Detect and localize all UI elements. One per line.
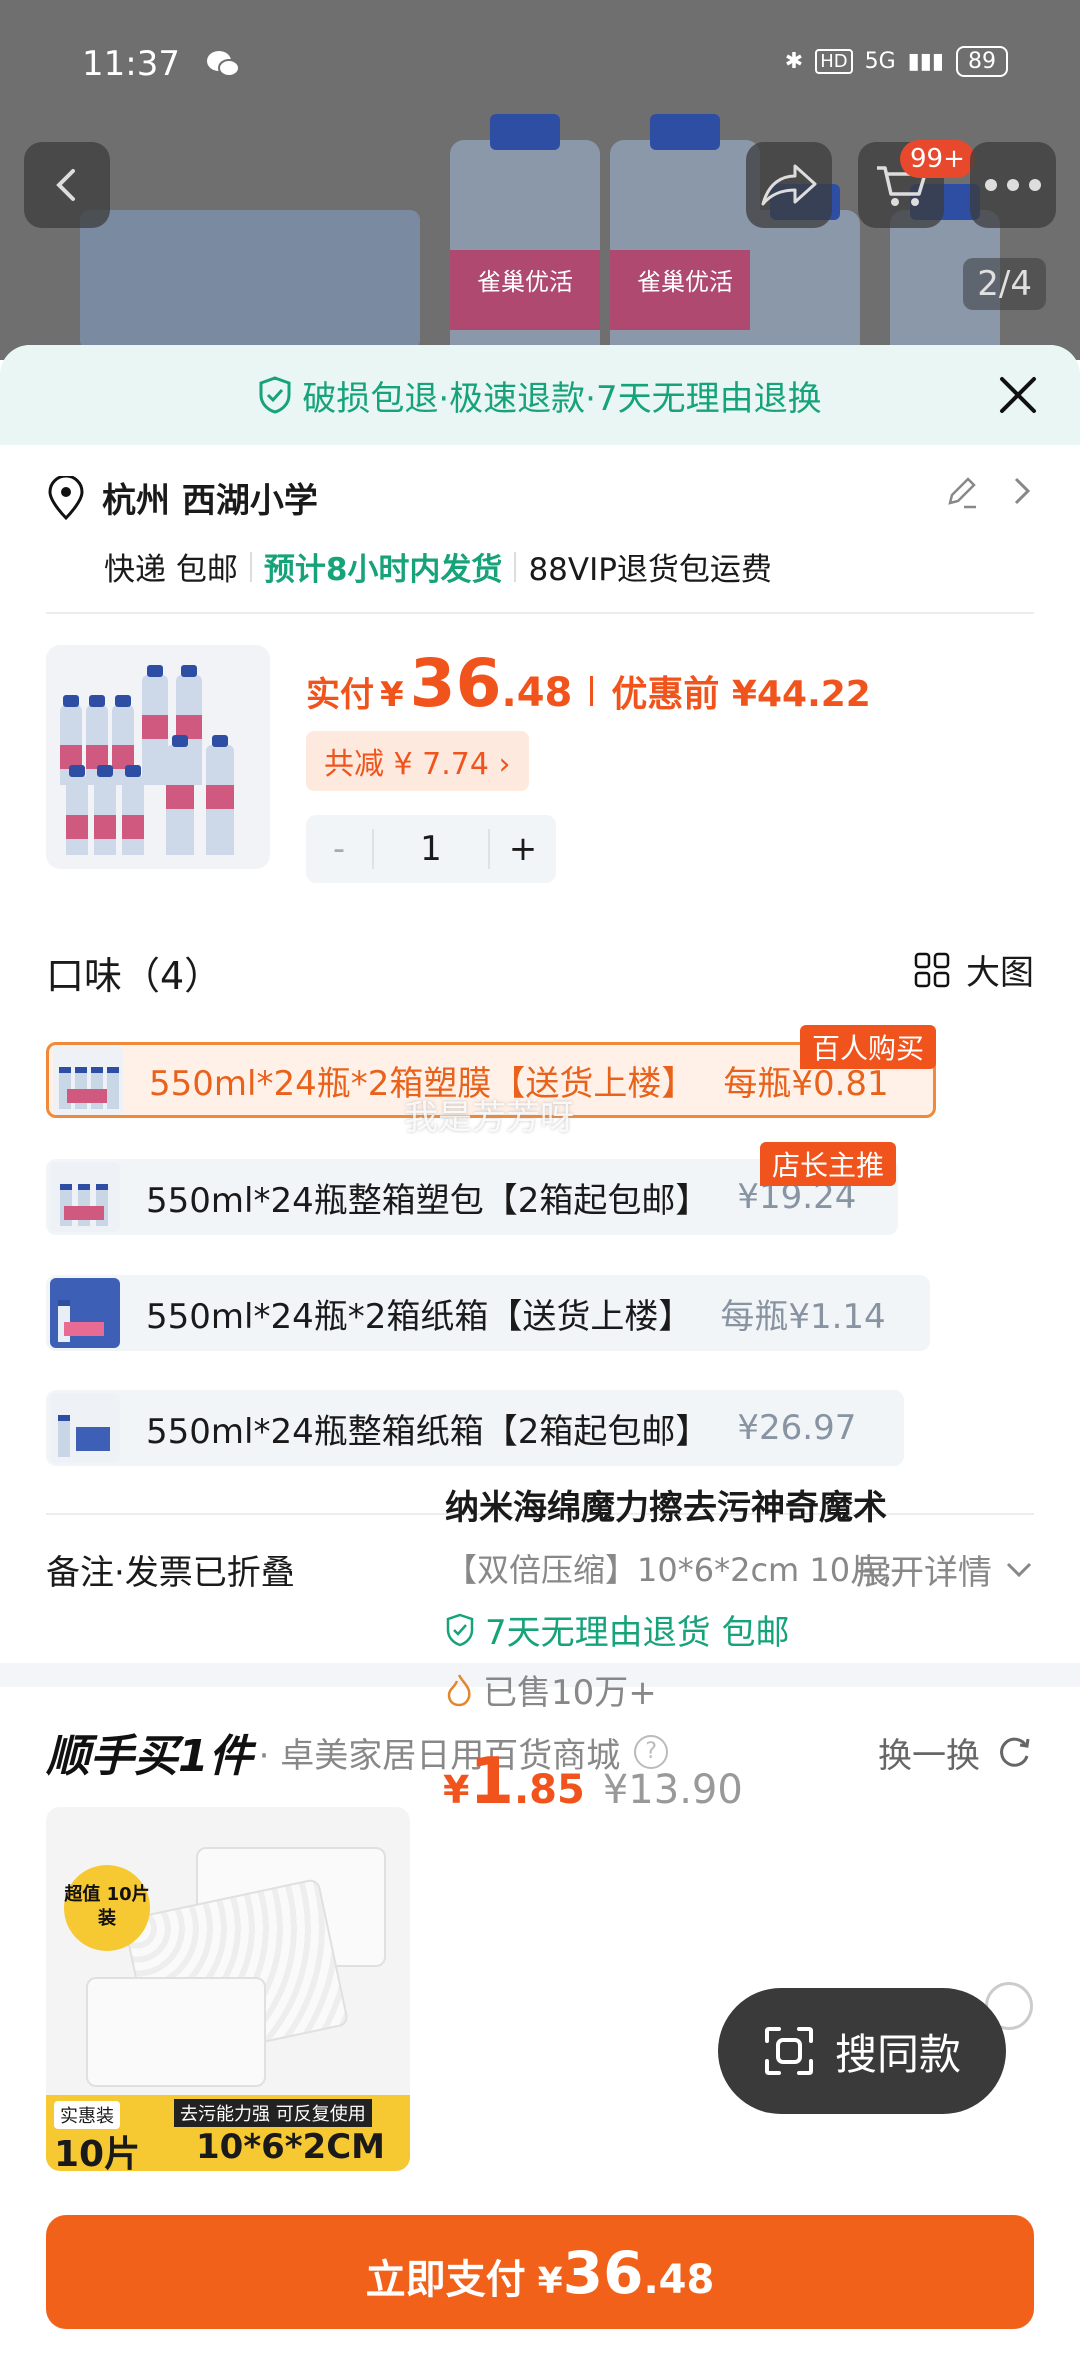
battery-icon: 89 (956, 46, 1008, 77)
promo-size: 10*6*2CM (196, 2127, 385, 2167)
back-button[interactable] (24, 142, 110, 228)
addon-price-integer: 1 (469, 1745, 514, 1819)
network-label: 5G (864, 49, 896, 74)
hd-icon: HD (815, 49, 853, 74)
addon-price-decimal: .85 (513, 1767, 585, 1813)
bottle (750, 184, 860, 360)
bottle: 雀巢优活 (450, 114, 600, 360)
addon-product-image[interactable]: 超值 10片装 实惠装 10片 去污能力强 可反复使用 10*6*2CM (46, 1807, 410, 2171)
scan-icon (764, 2027, 813, 2075)
addon-spec[interactable]: 【双倍压缩】10*6*2cm 10片; (445, 1545, 893, 1591)
option-name: 550ml*24瓶整箱纸箱【2箱起包邮】 (146, 1411, 710, 1452)
close-icon[interactable] (994, 371, 1042, 419)
guarantee-text: 破损包退·极速退款·7天无理由退换 (302, 378, 822, 419)
ship-time: 预计8小时内发货 (263, 552, 503, 588)
flavor-heading: 口味（4） (46, 954, 223, 998)
pay-integer: 36 (562, 2239, 644, 2307)
divider (46, 612, 1034, 614)
addon-price-currency: ¥ (443, 1768, 470, 1812)
shield-check-icon (446, 1613, 474, 1646)
address-section[interactable]: 杭州 西湖小学 快递 包邮 预计8小时内发货 88VIP退货包运费 (46, 473, 1034, 589)
guarantee-banner: 破损包退·极速退款·7天无理由退换 (0, 345, 1080, 445)
location-pin-icon (48, 475, 84, 520)
pay-currency: ¥ (537, 2261, 563, 2302)
price-decimal: .48 (501, 670, 573, 716)
fire-icon (447, 1673, 471, 1706)
pay-label: 立即支付 (365, 2257, 526, 2303)
more-button[interactable] (970, 142, 1056, 228)
quantity-stepper: - 1 + (306, 815, 556, 883)
addon-return-policy: 7天无理由退货 包邮 (445, 1605, 789, 1654)
grid-icon (914, 952, 950, 987)
status-time: 11:37 (82, 44, 180, 84)
vip-return: 88VIP退货包运费 (528, 552, 772, 588)
option-name: 550ml*24瓶*2箱纸箱【送货上楼】 (146, 1296, 693, 1337)
promo-sticker: 超值 10片装 (64, 1865, 150, 1951)
flavor-option[interactable]: 550ml*24瓶整箱纸箱【2箱起包邮】 ¥26.97 (46, 1390, 904, 1466)
bottle-row (80, 210, 420, 350)
price-integer: 36 (409, 645, 502, 722)
bottle: 雀巢优活 (610, 114, 760, 360)
delivery-method: 快递 包邮 (104, 552, 238, 588)
share-button[interactable] (746, 142, 832, 228)
option-thumbnail (50, 1278, 120, 1348)
quantity-value[interactable]: 1 (372, 829, 490, 869)
addon-sold: 已售10万+ (445, 1665, 657, 1714)
bluetooth-icon: ✱ (784, 49, 804, 74)
chevron-down-icon (1006, 1562, 1032, 1577)
chevron-right-icon[interactable] (1010, 473, 1034, 509)
addon-original-price: ¥13.90 (602, 1767, 743, 1813)
more-icon (985, 179, 1041, 191)
addon-title[interactable]: 纳米海绵魔力擦去污神奇魔术 (445, 1480, 887, 1529)
option-thumbnail (50, 1162, 120, 1232)
refresh-icon (1000, 1737, 1030, 1767)
addon-price: ¥ 1 .85 ¥13.90 (443, 1745, 743, 1819)
return-text: 7天无理由退货 包邮 (485, 1613, 790, 1653)
option-tag: 店长主推 (760, 1142, 897, 1186)
option-tag: 百人购买 (800, 1025, 937, 1069)
decrease-button[interactable]: - (306, 829, 372, 869)
option-name: 550ml*24瓶整箱塑包【2箱起包邮】 (146, 1180, 710, 1221)
option-thumbnail (53, 1045, 123, 1115)
saving-badge[interactable]: 共减 ¥ 7.74 › (306, 731, 529, 791)
big-view-button[interactable]: 大图 (914, 945, 1034, 994)
sold-text: 已售10万+ (483, 1673, 657, 1713)
original-price: 优惠前 ¥44.22 (611, 674, 871, 715)
share-icon (761, 164, 817, 206)
signal-icon: ▮▮▮ (907, 49, 944, 74)
status-bar: 11:37 ✱ HD 5G ▮▮▮ 89 (0, 40, 1080, 90)
big-view-label: 大图 (966, 953, 1034, 993)
product-thumbnail[interactable] (46, 645, 270, 869)
remark-text: 备注·发票已折叠 (46, 1553, 295, 1593)
option-price: ¥26.97 (737, 1408, 857, 1448)
wechat-icon (207, 51, 240, 77)
image-pager: 2/4 (963, 258, 1046, 310)
cart-count-badge: 99+ (900, 140, 975, 178)
edit-icon[interactable] (944, 473, 980, 509)
price-row: 实付 ¥ 36 .48 优惠前 ¥44.22 (306, 645, 871, 722)
option-thumbnail (50, 1393, 120, 1463)
promo-feature: 去污能力强 可反复使用 (174, 2099, 372, 2127)
price-currency: ¥ (380, 675, 404, 715)
swap-label: 换一换 (878, 1735, 980, 1776)
product-summary: 实付 ¥ 36 .48 优惠前 ¥44.22 共减 ¥ 7.74 › - 1 + (46, 645, 1034, 885)
chevron-left-icon (56, 169, 75, 201)
swap-button[interactable]: 换一换 (878, 1728, 1034, 1777)
pay-decimal: .48 (643, 2257, 715, 2303)
promo-count: 10片 (54, 2134, 141, 2171)
price-label: 实付 (306, 675, 374, 715)
search-same-label: 搜同款 (834, 2029, 961, 2079)
increase-button[interactable]: + (490, 829, 556, 869)
address-location: 杭州 西湖小学 (102, 481, 318, 521)
pay-now-button[interactable]: 立即支付 ¥ 36 .48 (46, 2215, 1034, 2329)
flavor-option[interactable]: 550ml*24瓶*2箱纸箱【送货上楼】 每瓶¥1.14 (46, 1275, 930, 1351)
search-same-button[interactable]: 搜同款 (718, 1988, 1006, 2114)
watermark: 我是芳芳呀 (404, 1098, 574, 1138)
status-icons: ✱ HD 5G ▮▮▮ 89 (785, 46, 1008, 77)
addon-brand: 顺手买1件 (46, 1731, 253, 1782)
shield-check-icon (259, 376, 291, 414)
option-price: 每瓶¥1.14 (720, 1296, 886, 1337)
